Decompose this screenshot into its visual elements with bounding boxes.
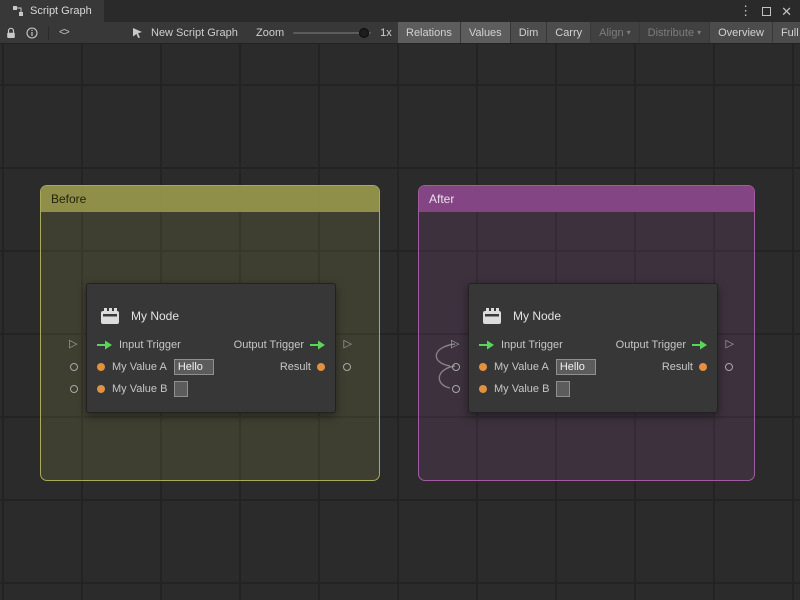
zoom-label: Zoom [256, 27, 284, 39]
script-graph-window: Script Graph ⋮ ✕ <> New S [0, 0, 800, 600]
value-a-input[interactable] [556, 359, 596, 375]
group-before-title: Before [51, 192, 86, 206]
input-trigger-port-icon[interactable] [97, 340, 112, 350]
group-after-header[interactable]: After [419, 186, 754, 212]
output-trigger-label: Output Trigger [234, 339, 304, 351]
tab-bar: Script Graph ⋮ ✕ [0, 0, 800, 22]
value-b-outer-port[interactable] [70, 385, 78, 393]
input-trigger-outer-port[interactable]: ▷ [451, 339, 459, 350]
code-view-icon[interactable]: <> [59, 27, 69, 38]
value-a-outer-port[interactable] [452, 363, 460, 371]
distribute-dropdown: Distribute ▾ [640, 22, 709, 43]
script-graph-icon [12, 5, 24, 17]
trigger-row: Input Trigger Output Trigger [469, 334, 717, 356]
maximize-icon[interactable] [762, 7, 771, 16]
group-before[interactable]: Before My Node [40, 185, 380, 481]
input-trigger-label: Input Trigger [119, 339, 181, 351]
info-icon[interactable] [26, 27, 38, 39]
chevron-down-icon: ▾ [697, 28, 701, 37]
node-my-node-after[interactable]: My Node Input Trigger Output Trigger [468, 283, 718, 413]
trigger-row: Input Trigger Output Trigger [87, 334, 335, 356]
align-dropdown: Align ▾ [591, 22, 638, 43]
value-b-label: My Value B [112, 383, 167, 395]
group-after-title: After [429, 192, 454, 206]
value-b-row: My Value B [469, 378, 717, 400]
value-b-row: My Value B [87, 378, 335, 400]
fullscreen-button[interactable]: Full Screen [773, 22, 800, 43]
graph-toolbar: <> New Script Graph Zoom 1x Relations Va… [0, 22, 800, 44]
values-button[interactable]: Values [461, 22, 510, 43]
zoom-slider[interactable] [293, 32, 371, 34]
lock-icon[interactable] [6, 27, 16, 39]
group-before-header[interactable]: Before [41, 186, 379, 212]
chevron-down-icon: ▾ [627, 28, 631, 37]
dim-button[interactable]: Dim [511, 22, 547, 43]
output-trigger-outer-port[interactable]: ▷ [344, 339, 352, 350]
node-my-node-before[interactable]: My Node Input Trigger Output Trigger [86, 283, 336, 413]
result-label: Result [280, 361, 311, 373]
value-a-label: My Value A [494, 361, 549, 373]
result-outer-port[interactable] [343, 363, 351, 371]
value-b-port-icon[interactable] [479, 385, 487, 393]
value-b-input[interactable] [556, 381, 570, 397]
node-icon [99, 306, 121, 326]
zoom-slider-knob[interactable] [359, 28, 369, 38]
result-label: Result [662, 361, 693, 373]
result-port-icon[interactable] [317, 363, 325, 371]
input-trigger-port-icon[interactable] [479, 340, 494, 350]
graph-canvas[interactable]: Before My Node [0, 44, 800, 600]
value-a-row: My Value A Result [469, 356, 717, 378]
value-a-label: My Value A [112, 361, 167, 373]
relations-button[interactable]: Relations [398, 22, 460, 43]
zoom-value: 1x [380, 27, 392, 39]
value-a-outer-port[interactable] [70, 363, 78, 371]
output-trigger-port-icon[interactable] [692, 340, 707, 350]
output-trigger-label: Output Trigger [616, 339, 686, 351]
group-after[interactable]: After My Node [418, 185, 755, 481]
value-b-outer-port[interactable] [452, 385, 460, 393]
graph-asset-icon [132, 27, 144, 39]
node-title: My Node [131, 309, 179, 323]
input-trigger-outer-port[interactable]: ▷ [69, 339, 77, 350]
graph-name-label[interactable]: New Script Graph [151, 27, 238, 39]
value-b-input[interactable] [174, 381, 188, 397]
result-outer-port[interactable] [725, 363, 733, 371]
value-a-input[interactable] [174, 359, 214, 375]
toolbar-buttons: Relations Values Dim Carry Align ▾ Distr… [398, 22, 800, 43]
result-port-icon[interactable] [699, 363, 707, 371]
output-trigger-outer-port[interactable]: ▷ [726, 339, 734, 350]
carry-button[interactable]: Carry [547, 22, 590, 43]
node-icon [481, 306, 503, 326]
close-icon[interactable]: ✕ [781, 5, 792, 18]
value-b-label: My Value B [494, 383, 549, 395]
output-trigger-port-icon[interactable] [310, 340, 325, 350]
input-trigger-label: Input Trigger [501, 339, 563, 351]
tab-script-graph[interactable]: Script Graph [0, 0, 104, 22]
value-b-port-icon[interactable] [97, 385, 105, 393]
value-a-port-icon[interactable] [97, 363, 105, 371]
overview-button[interactable]: Overview [710, 22, 772, 43]
value-a-port-icon[interactable] [479, 363, 487, 371]
window-menu-icon[interactable]: ⋮ [739, 3, 752, 19]
node-title: My Node [513, 309, 561, 323]
toolbar-separator [48, 26, 49, 40]
value-a-row: My Value A Result [87, 356, 335, 378]
tab-title: Script Graph [30, 5, 92, 17]
